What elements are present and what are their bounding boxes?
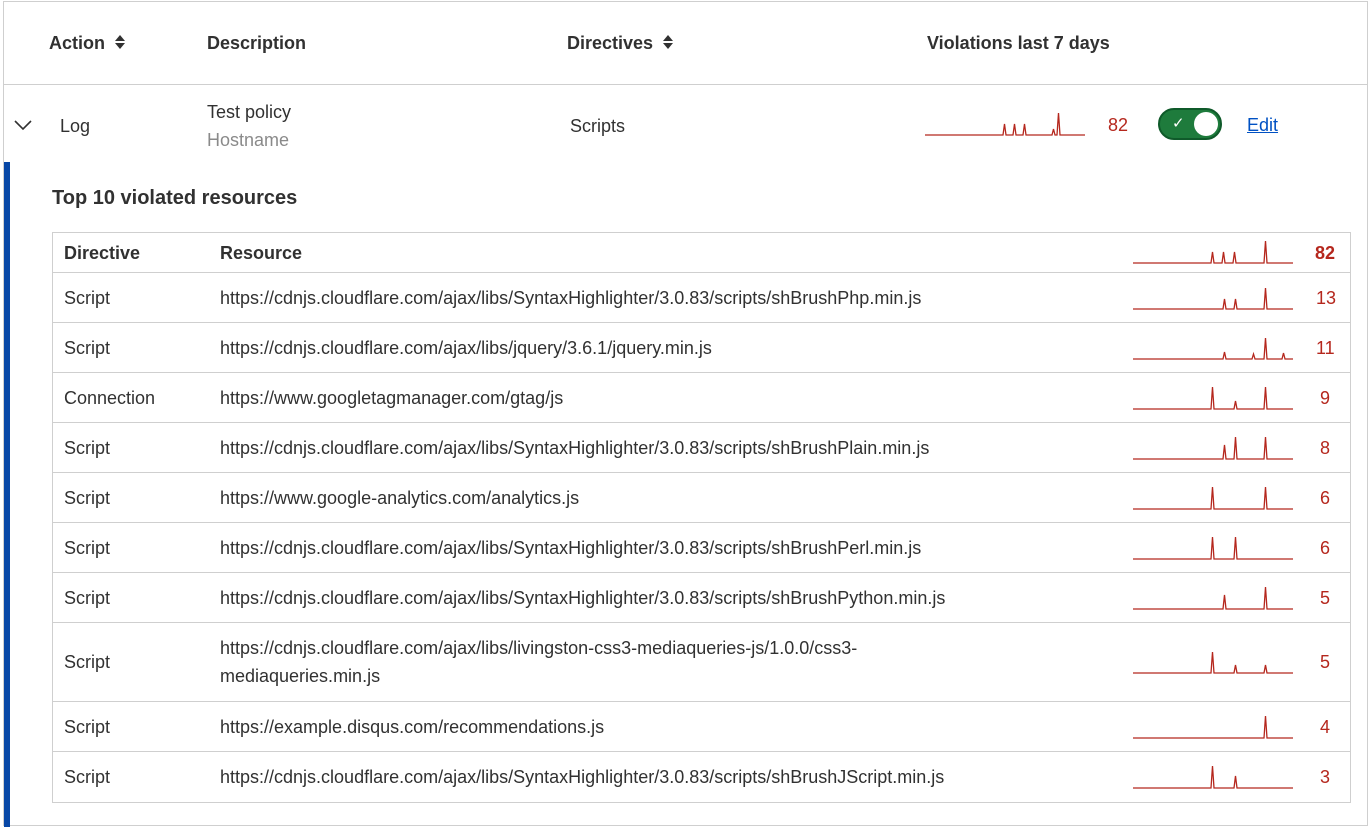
row-count: 6 xyxy=(1320,538,1331,558)
row-count: 5 xyxy=(1320,588,1331,608)
chevron-down-icon[interactable] xyxy=(13,116,33,131)
column-directives[interactable]: Directives xyxy=(567,33,674,54)
row-resource: https://cdnjs.cloudflare.com/ajax/libs/S… xyxy=(220,288,922,308)
policy-directives: Scripts xyxy=(570,116,626,136)
row-directive: Script xyxy=(64,438,111,458)
violated-resources-table: Directive Resource 82 Script https://cdn… xyxy=(52,232,1351,803)
header-resource: Resource xyxy=(220,243,303,263)
row-sparkline xyxy=(1133,337,1293,360)
expanded-indicator xyxy=(4,162,10,827)
row-count: 9 xyxy=(1320,388,1331,408)
policy-description: Test policy xyxy=(207,102,292,122)
row-sparkline xyxy=(1133,586,1293,610)
sort-icon[interactable] xyxy=(115,35,125,50)
row-resource: https://www.google-analytics.com/analyti… xyxy=(220,488,580,508)
expanded-details: Top 10 violated resources Directive Reso… xyxy=(4,162,1367,827)
table-row: Script https://cdnjs.cloudflare.com/ajax… xyxy=(53,273,1350,323)
table-row: Connection https://www.googletagmanager.… xyxy=(53,373,1350,423)
column-violations-label: Violations last 7 days xyxy=(927,33,1110,53)
row-sparkline xyxy=(1133,715,1293,739)
row-sparkline xyxy=(1133,386,1293,410)
policy-scope: Hostname xyxy=(207,130,290,150)
check-icon: ✓ xyxy=(1172,115,1185,132)
row-resource: https://www.googletagmanager.com/gtag/js xyxy=(220,388,564,408)
table-row: Script https://cdnjs.cloudflare.com/ajax… xyxy=(53,752,1350,802)
row-resource: https://cdnjs.cloudflare.com/ajax/libs/l… xyxy=(220,638,858,686)
table-row: Script https://www.google-analytics.com/… xyxy=(53,473,1350,523)
row-count: 11 xyxy=(1316,338,1335,358)
row-resource: https://cdnjs.cloudflare.com/ajax/libs/S… xyxy=(220,588,946,608)
row-resource: https://cdnjs.cloudflare.com/ajax/libs/S… xyxy=(220,538,922,558)
header-directive: Directive xyxy=(64,243,141,263)
edit-link[interactable]: Edit xyxy=(1247,115,1278,136)
row-directive: Script xyxy=(64,652,111,672)
header-total: 82 xyxy=(1315,243,1336,263)
row-sparkline xyxy=(1133,536,1293,560)
row-directive: Script xyxy=(64,717,111,737)
row-directive: Script xyxy=(64,588,111,608)
column-action[interactable]: Action xyxy=(49,33,125,54)
table-row: Script https://cdnjs.cloudflare.com/ajax… xyxy=(53,523,1350,573)
row-directive: Script xyxy=(64,288,111,308)
row-directive: Connection xyxy=(64,388,156,408)
table-row: Script https://cdnjs.cloudflare.com/ajax… xyxy=(53,423,1350,473)
column-directives-label: Directives xyxy=(567,33,654,53)
violations-sparkline xyxy=(925,112,1085,136)
row-count: 5 xyxy=(1320,652,1331,672)
row-count: 8 xyxy=(1320,438,1331,458)
row-sparkline xyxy=(1133,436,1293,460)
total-sparkline xyxy=(1133,240,1293,264)
table-header: Action Description Directives Violations… xyxy=(4,2,1367,85)
policy-table: Action Description Directives Violations… xyxy=(3,1,1368,827)
row-count: 3 xyxy=(1320,767,1331,787)
column-description-label: Description xyxy=(207,33,307,53)
table-row: Script https://example.disqus.com/recomm… xyxy=(53,702,1350,752)
policy-row: Log Test policy Hostname Scripts 82 ✓ Ed… xyxy=(4,86,1367,162)
row-directive: Script xyxy=(64,488,111,508)
row-resource: https://cdnjs.cloudflare.com/ajax/libs/S… xyxy=(220,438,930,458)
toggle-knob xyxy=(1194,112,1218,136)
row-directive: Script xyxy=(64,538,111,558)
row-directive: Script xyxy=(64,767,111,787)
row-directive: Script xyxy=(64,338,111,358)
table-row: Script https://cdnjs.cloudflare.com/ajax… xyxy=(53,573,1350,623)
column-violations: Violations last 7 days xyxy=(927,33,1110,54)
row-sparkline xyxy=(1133,287,1293,310)
table-row: Script https://cdnjs.cloudflare.com/ajax… xyxy=(53,323,1350,373)
row-count: 6 xyxy=(1320,488,1331,508)
row-sparkline xyxy=(1133,651,1293,674)
row-resource: https://example.disqus.com/recommendatio… xyxy=(220,717,605,737)
violations-count: 82 xyxy=(1108,115,1129,135)
row-count: 4 xyxy=(1320,717,1331,737)
column-description: Description xyxy=(207,33,306,54)
policy-enabled-toggle[interactable]: ✓ xyxy=(1158,108,1222,140)
expanded-title: Top 10 violated resources xyxy=(52,187,298,209)
table-header-row: Directive Resource 82 xyxy=(53,233,1350,273)
table-row: Script https://cdnjs.cloudflare.com/ajax… xyxy=(53,623,1350,702)
row-count: 13 xyxy=(1316,288,1337,308)
policy-action: Log xyxy=(60,116,91,136)
column-action-label: Action xyxy=(49,33,105,53)
row-resource: https://cdnjs.cloudflare.com/ajax/libs/j… xyxy=(220,338,712,358)
sort-icon[interactable] xyxy=(663,35,674,50)
row-sparkline xyxy=(1133,765,1293,789)
row-resource: https://cdnjs.cloudflare.com/ajax/libs/S… xyxy=(220,767,945,787)
row-sparkline xyxy=(1133,486,1293,510)
